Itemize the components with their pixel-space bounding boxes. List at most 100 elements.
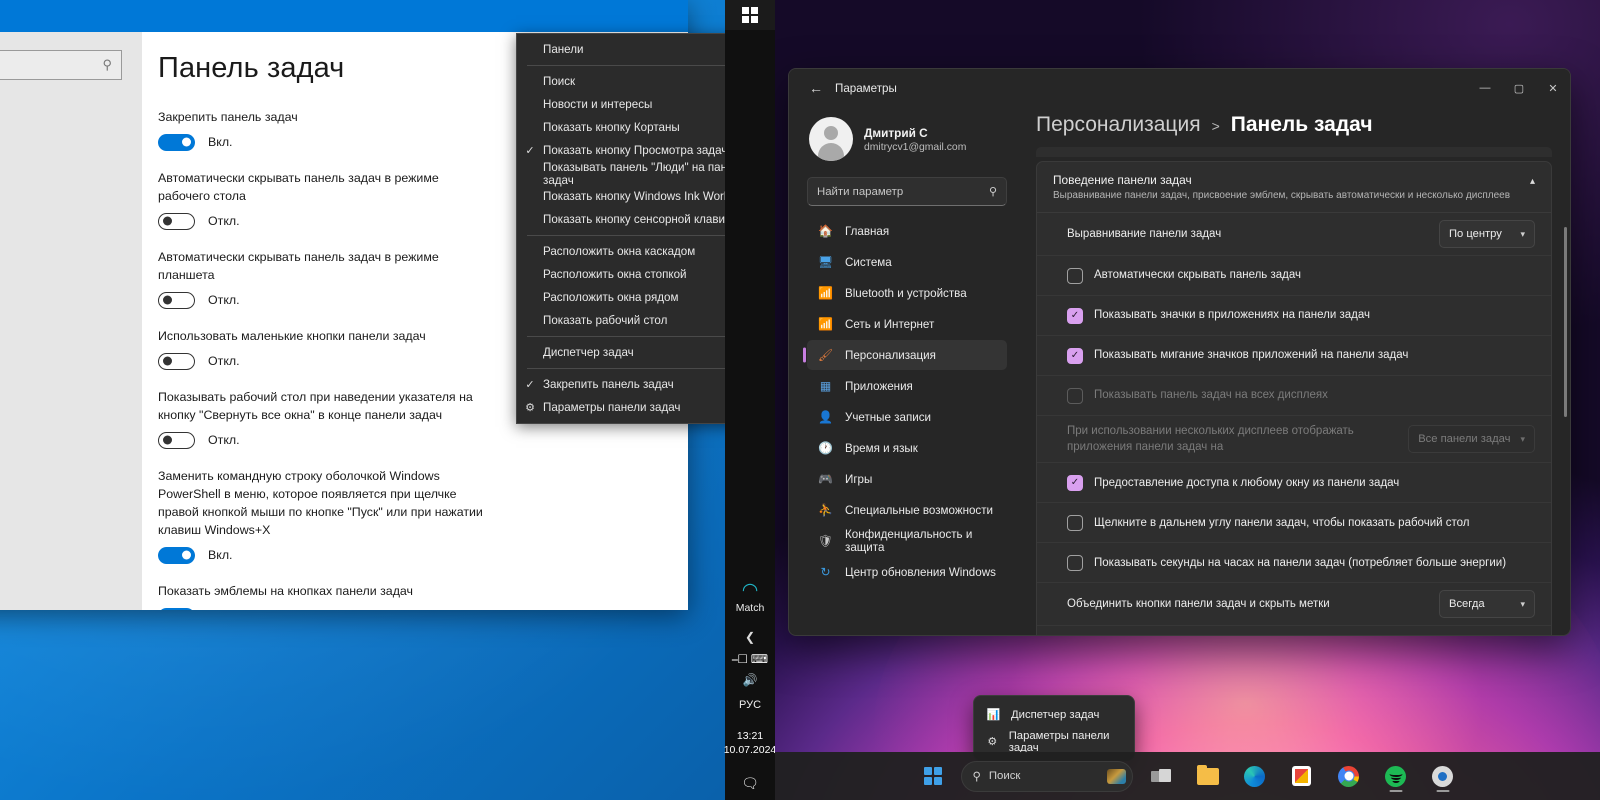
setting-row-badges[interactable]: Вкл.	[158, 607, 664, 610]
row-share-any-window[interactable]: ✓ Предоставление доступа к любому окну и…	[1037, 463, 1551, 504]
notification-center-icon[interactable]: 🗨	[741, 775, 759, 792]
row-label: Объединить кнопки панели задач и скрыть …	[1067, 598, 1330, 611]
checkbox-share-any-window[interactable]: ✓	[1067, 474, 1083, 491]
setting-label-peek-desktop: Показывать рабочий стол при наведении ук…	[158, 389, 473, 422]
menu-item-label: Диспетчер задач	[1011, 708, 1100, 721]
window-titlebar[interactable]: ← Параметры — ▢ ✕	[789, 69, 1570, 107]
toggle-state-lock-taskbar: Вкл.	[208, 135, 233, 150]
language-indicator[interactable]: РУС	[739, 699, 761, 711]
toggle-powershell[interactable]	[158, 546, 195, 564]
spotify-icon	[1385, 765, 1406, 787]
search-icon: ⚲	[972, 771, 981, 783]
microsoft-store-button[interactable]	[1283, 757, 1321, 795]
dropdown-value: Всегда	[1449, 598, 1485, 611]
tray-icon-group[interactable]: ⎯☐ ⌨	[732, 652, 768, 667]
edge-button[interactable]	[1236, 757, 1274, 795]
start-button[interactable]	[725, 0, 775, 30]
system-icon: 🖥	[817, 255, 834, 269]
toggle-autohide-desktop[interactable]	[158, 212, 195, 230]
toggle-lock-taskbar[interactable]	[158, 133, 195, 151]
row-show-seconds-clock[interactable]: ✓ Показывать секунды на часах на панели …	[1037, 543, 1551, 584]
sidebar-item-time-language[interactable]: 🕐 Время и язык	[807, 433, 1007, 463]
sidebar-item-system[interactable]: 🖥 Система	[807, 247, 1007, 277]
row-label: Выравнивание панели задач	[1067, 227, 1222, 240]
toggle-state-autohide-tablet: Откл.	[208, 293, 240, 308]
spotify-button[interactable]	[1377, 757, 1415, 795]
sidebar-item-bluetooth[interactable]: 📶 Bluetooth и устройства	[807, 278, 1007, 308]
match-app-tray-icon[interactable]: ◠ Match	[736, 581, 765, 614]
sidebar-item-accounts[interactable]: 👤 Учетные записи	[807, 402, 1007, 432]
match-label: Match	[735, 601, 765, 614]
row-label: Показывать значки в приложениях на панел…	[1094, 309, 1370, 322]
settings-main-pane: Персонализация > Панель задач Поведение …	[1032, 107, 1570, 636]
row-auto-hide-taskbar[interactable]: ✓ Автоматически скрывать панель задач	[1037, 256, 1551, 296]
gaming-icon: 🎮	[818, 472, 833, 486]
dropdown-multiple-displays-apps: Все панели задач ▾	[1408, 425, 1535, 454]
card-header[interactable]: Поведение панели задач Выравнивание пане…	[1037, 162, 1551, 213]
chevron-up-icon[interactable]: ▴	[1530, 173, 1535, 187]
toggle-autohide-tablet[interactable]	[158, 291, 195, 309]
search-input[interactable]: Найти параметр ⚲	[807, 177, 1007, 206]
windows10-taskbar: ◠ Match ❮ ⎯☐ ⌨ 🔊 РУС 13:21 10.07.2024 🗨	[724, 0, 775, 800]
start-button[interactable]	[914, 757, 952, 795]
setting-row-peek-desktop[interactable]: Откл.	[158, 431, 664, 449]
row-show-badges[interactable]: ✓ Показывать значки в приложениях на пан…	[1037, 296, 1551, 336]
sidebar-item-label: Конфиденциальность и защита	[845, 528, 973, 554]
menu-item-task-manager[interactable]: 📊 Диспетчер задач	[978, 701, 1130, 728]
user-account-block[interactable]: Дмитрий С dmitrycv1@gmail.com	[803, 107, 1018, 161]
sidebar-item-personalization[interactable]: 🖌 Персонализация	[807, 340, 1007, 370]
sidebar-item-apps[interactable]: ▦ Приложения	[807, 371, 1007, 401]
row-label: Показывать секунды на часах на панели за…	[1094, 556, 1507, 569]
toggle-badges[interactable]	[158, 607, 195, 610]
home-icon: 🏠	[818, 224, 833, 238]
sidebar-item-privacy[interactable]: 🛡 Конфиденциальность и защита	[807, 526, 1007, 556]
checkbox-auto-hide-taskbar[interactable]: ✓	[1067, 267, 1083, 284]
sidebar-item-accessibility[interactable]: ⛹ Специальные возможности	[807, 495, 1007, 525]
row-combine-buttons[interactable]: Объединить кнопки панели задач и скрыть …	[1037, 583, 1551, 627]
row-taskbar-alignment[interactable]: Выравнивание панели задач По центру ▾	[1037, 213, 1551, 256]
row-combine-buttons-other-taskbars: Объединить кнопки панели задач и скрыть …	[1037, 626, 1551, 636]
settings-search-input[interactable]: ⚲	[0, 50, 122, 80]
dropdown-taskbar-alignment[interactable]: По центру ▾	[1439, 220, 1535, 248]
clock[interactable]: 13:21 10.07.2024	[724, 729, 775, 757]
row-show-flashing[interactable]: ✓ Показывать мигание значков приложений …	[1037, 336, 1551, 376]
scrollbar-thumb[interactable]	[1564, 227, 1567, 417]
chrome-button[interactable]	[1330, 757, 1368, 795]
setting-label-badges: Показать эмблемы на кнопках панели задач	[158, 583, 413, 598]
back-arrow-icon[interactable]: ←	[803, 80, 829, 96]
toggle-small-buttons[interactable]	[158, 352, 195, 370]
sidebar-item-windows-update[interactable]: ↻ Центр обновления Windows	[807, 557, 1007, 587]
breadcrumb-current: Панель задач	[1230, 113, 1373, 136]
checkbox-show-badges[interactable]: ✓	[1067, 307, 1083, 324]
task-view-button[interactable]	[1142, 757, 1180, 795]
dropdown-combine-buttons-other-taskbars: Всегда ▾	[1439, 635, 1535, 636]
setting-row-powershell[interactable]: Вкл.	[158, 546, 664, 564]
minimize-button[interactable]: —	[1468, 69, 1502, 107]
toggle-state-autohide-desktop: Откл.	[208, 214, 240, 229]
row-multiple-displays-apps: При использовании нескольких дисплеев от…	[1037, 416, 1551, 464]
row-show-desktop-corner[interactable]: ✓ Щелкните в дальнем углу панели задач, …	[1037, 503, 1551, 544]
show-hidden-icons-button[interactable]: ❮	[745, 630, 755, 644]
sidebar-item-network[interactable]: 📶 Сеть и Интернет	[807, 309, 1007, 339]
window-titlebar[interactable]	[0, 0, 688, 32]
windows-update-icon: ↻	[820, 565, 831, 579]
file-explorer-button[interactable]	[1189, 757, 1227, 795]
dropdown-combine-buttons[interactable]: Всегда ▾	[1439, 590, 1535, 619]
toggle-peek-desktop[interactable]	[158, 431, 195, 449]
menu-item-taskbar-settings[interactable]: ⚙ Параметры панели задач	[978, 728, 1130, 755]
checkbox-show-flashing[interactable]: ✓	[1067, 347, 1083, 364]
row-label: Щелкните в дальнем углу панели задач, чт…	[1094, 516, 1470, 529]
bing-wallpaper-icon[interactable]	[1106, 768, 1126, 784]
close-button[interactable]: ✕	[1536, 69, 1570, 107]
maximize-button[interactable]: ▢	[1502, 69, 1536, 107]
settings-button[interactable]	[1424, 757, 1462, 795]
taskbar-search-box[interactable]: ⚲ Поиск	[960, 760, 1133, 792]
breadcrumb-parent[interactable]: Персонализация	[1036, 113, 1201, 137]
google-chrome-icon	[1338, 765, 1359, 787]
sidebar-item-label: Учетные записи	[845, 410, 931, 424]
sidebar-item-gaming[interactable]: 🎮 Игры	[807, 464, 1007, 494]
volume-icon[interactable]: 🔊	[743, 673, 758, 687]
sidebar-item-home[interactable]: 🏠 Главная	[807, 216, 1007, 246]
checkbox-show-desktop-corner[interactable]: ✓	[1067, 514, 1083, 531]
checkbox-show-seconds-clock[interactable]: ✓	[1067, 554, 1083, 571]
